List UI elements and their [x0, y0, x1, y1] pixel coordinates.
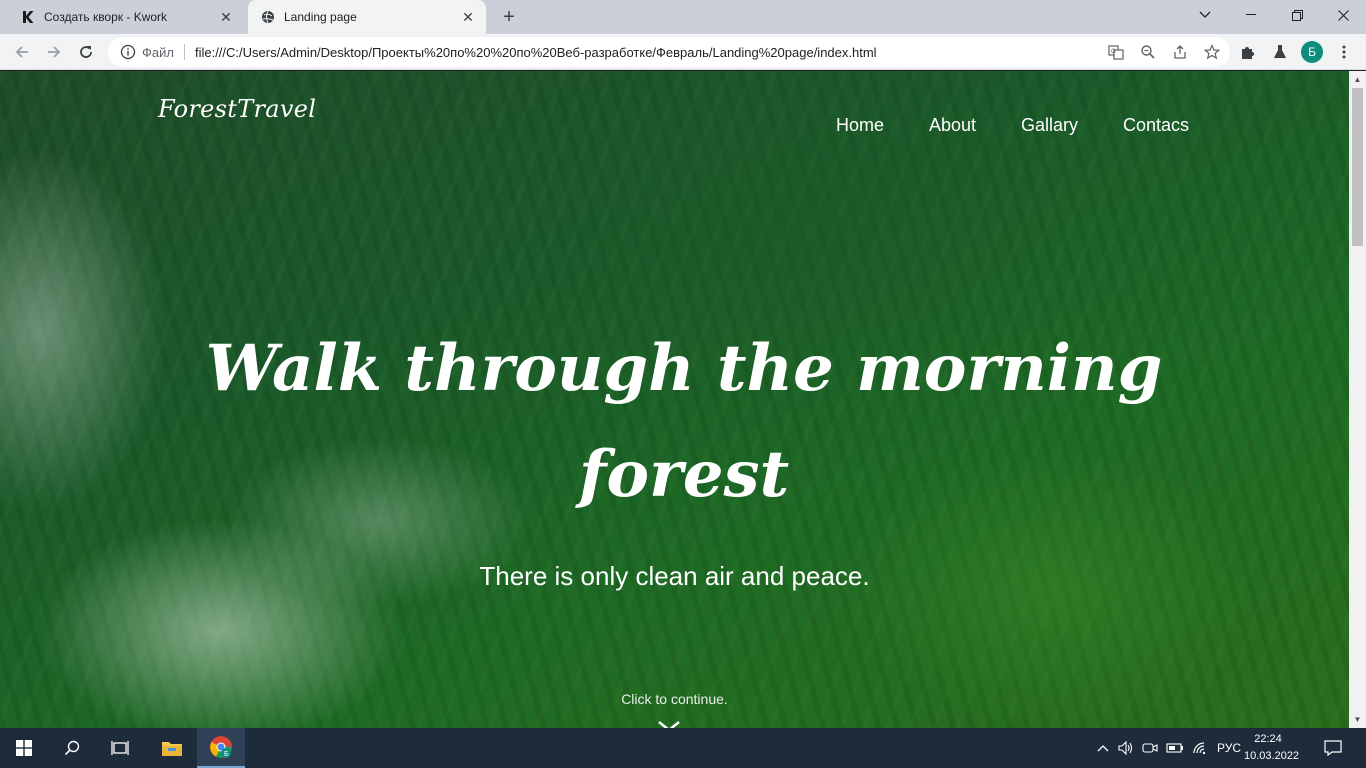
- tab-kwork[interactable]: Создать кворк - Kwork ✕: [8, 0, 244, 34]
- forest-hero-section: ForestTravel Home About Gallary Contacs …: [0, 71, 1349, 728]
- zoom-icon[interactable]: [1138, 42, 1158, 62]
- windows-start-icon[interactable]: [0, 728, 48, 768]
- wifi-icon[interactable]: [1190, 728, 1210, 768]
- close-tab-icon[interactable]: ✕: [216, 7, 236, 27]
- kwork-logo-icon: [20, 9, 36, 25]
- nav-home[interactable]: Home: [836, 115, 884, 136]
- tab-title: Landing page: [284, 10, 357, 24]
- battery-icon[interactable]: [1164, 728, 1186, 768]
- search-icon[interactable]: [48, 728, 96, 768]
- globe-icon: [260, 9, 276, 25]
- task-view-icon[interactable]: [96, 728, 144, 768]
- labs-flask-icon[interactable]: [1266, 38, 1294, 66]
- share-icon[interactable]: [1170, 42, 1190, 62]
- extensions-puzzle-icon[interactable]: [1234, 38, 1262, 66]
- back-button[interactable]: [8, 38, 36, 66]
- tab-landing-page[interactable]: Landing page ✕: [248, 0, 486, 34]
- tray-overflow-chevron-icon[interactable]: [1094, 728, 1112, 768]
- scroll-up-arrow-icon[interactable]: ▲: [1349, 71, 1366, 88]
- svg-text:G: G: [1111, 49, 1116, 55]
- minimize-button[interactable]: [1228, 0, 1274, 30]
- translate-icon[interactable]: G: [1106, 42, 1126, 62]
- nav-gallery[interactable]: Gallary: [1021, 115, 1078, 136]
- reload-button[interactable]: [72, 38, 100, 66]
- profile-initial: Б: [1301, 41, 1323, 63]
- tab-search-chevron-icon[interactable]: [1182, 0, 1228, 30]
- scroll-down-arrow-icon[interactable]: ▼: [1349, 711, 1366, 728]
- url-text[interactable]: file:///C:/Users/Admin/Desktop/Проекты%2…: [195, 45, 877, 60]
- page-scrollbar[interactable]: ▲ ▼: [1349, 71, 1366, 728]
- bookmark-star-icon[interactable]: [1202, 42, 1222, 62]
- clock-time: 22:24: [1254, 733, 1282, 745]
- svg-text:Б: Б: [224, 751, 229, 758]
- nav-about[interactable]: About: [929, 115, 976, 136]
- scroll-thumb[interactable]: [1352, 88, 1363, 246]
- system-clock[interactable]: 22:24 10.03.2022: [1244, 731, 1300, 765]
- clock-date: 10.03.2022: [1244, 750, 1300, 762]
- tab-title: Создать кворк - Kwork: [44, 10, 168, 24]
- profile-avatar[interactable]: Б: [1298, 38, 1326, 66]
- chevron-down-icon[interactable]: [656, 719, 682, 728]
- site-logo[interactable]: ForestTravel: [158, 95, 316, 123]
- scheme-label: Файл: [142, 44, 174, 60]
- browser-toolbar: Файл file:///C:/Users/Admin/Desktop/Прое…: [0, 34, 1366, 70]
- input-language[interactable]: РУС: [1212, 728, 1246, 768]
- nav-contacts[interactable]: Contacs: [1123, 115, 1189, 136]
- omnibox-actions: G: [1106, 42, 1222, 62]
- hero-title: Walk through the morning forest: [205, 331, 1163, 512]
- tab-strip: Создать кворк - Kwork ✕ Landing page ✕ +: [0, 0, 1366, 34]
- file-explorer-icon[interactable]: [148, 728, 196, 768]
- close-tab-icon[interactable]: ✕: [458, 7, 478, 27]
- meet-now-icon[interactable]: [1140, 728, 1160, 768]
- close-window-button[interactable]: [1320, 0, 1366, 30]
- click-to-continue[interactable]: Click to continue.: [0, 691, 1349, 707]
- hero-subtitle: There is only clean air and peace.: [479, 561, 870, 591]
- chrome-taskbar-icon[interactable]: Б: [197, 728, 245, 768]
- info-icon[interactable]: [120, 44, 136, 60]
- more-menu-icon[interactable]: [1330, 38, 1358, 66]
- address-bar[interactable]: Файл file:///C:/Users/Admin/Desktop/Прое…: [108, 37, 1230, 67]
- new-tab-button[interactable]: +: [497, 5, 521, 29]
- omnibox-separator: [183, 44, 185, 60]
- volume-icon[interactable]: [1116, 728, 1136, 768]
- notifications-icon[interactable]: [1316, 728, 1350, 768]
- forward-button[interactable]: [40, 38, 68, 66]
- restore-button[interactable]: [1274, 0, 1320, 30]
- windows-taskbar: Б РУС 22:24 10.03.2022: [0, 728, 1366, 768]
